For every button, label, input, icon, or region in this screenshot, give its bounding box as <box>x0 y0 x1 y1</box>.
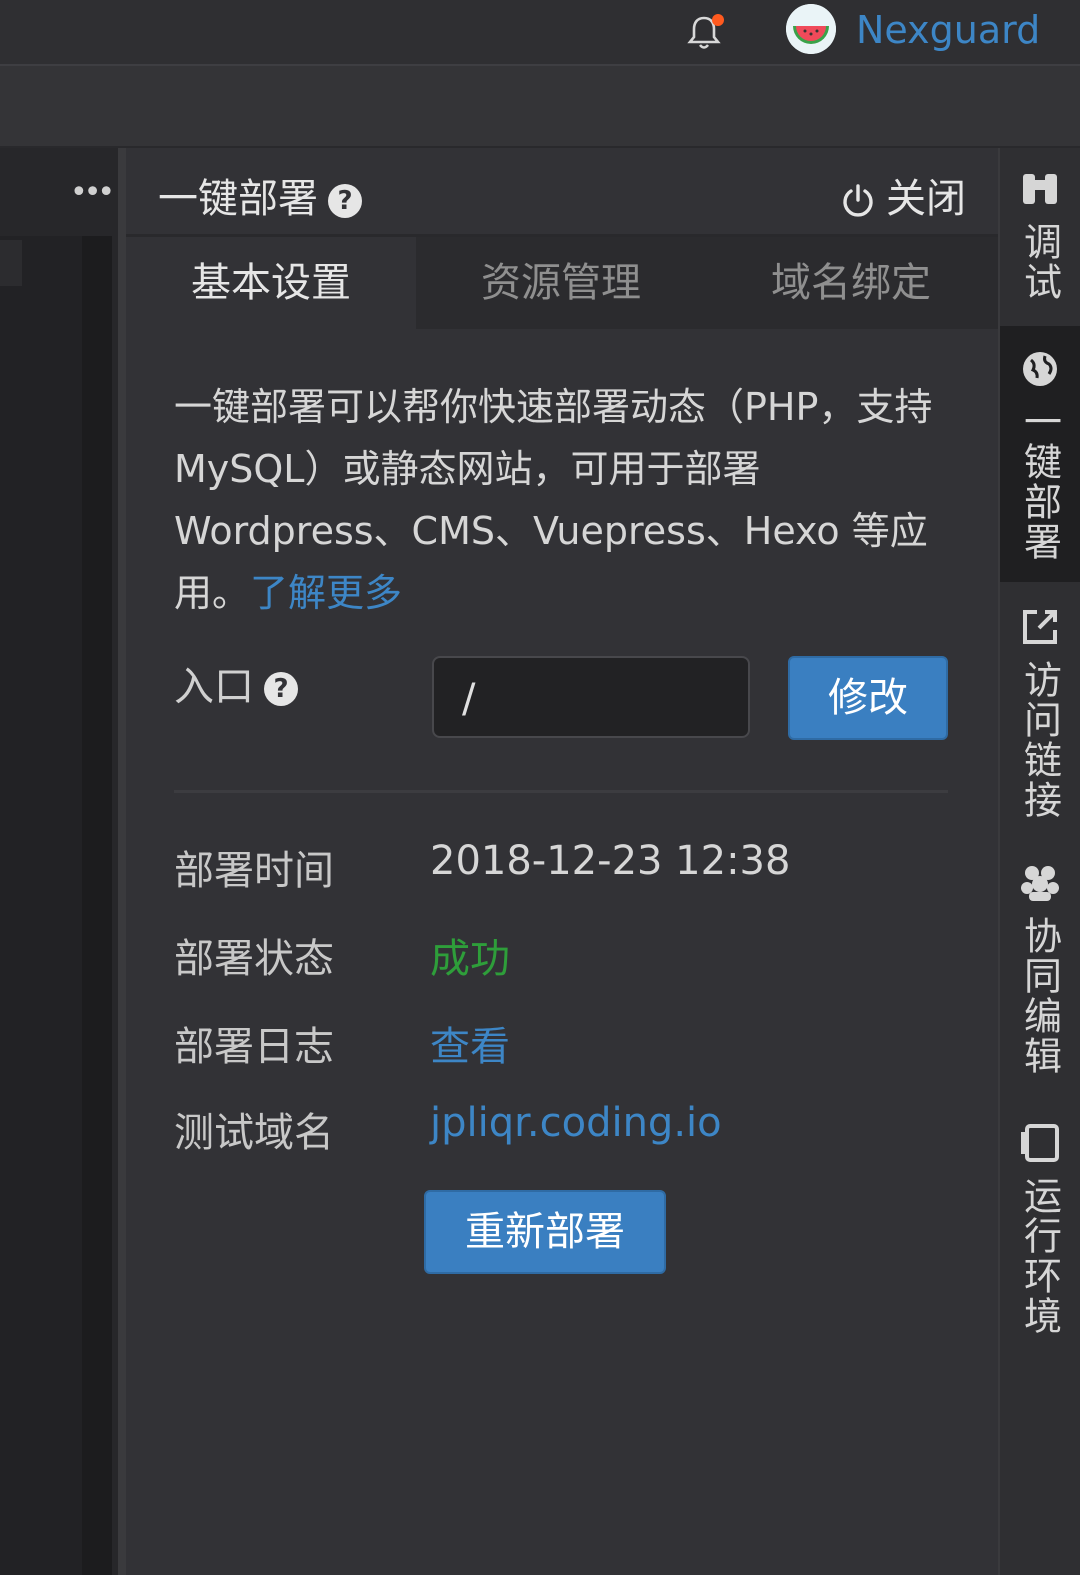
panel-title: 一键部署? <box>158 166 362 224</box>
top-bar: Nexguard <box>0 0 1080 66</box>
tab-resource-management[interactable]: 资源管理 <box>416 237 706 329</box>
sidebar-item-access-link[interactable]: 访问链接 <box>1000 606 1080 826</box>
entry-path-input[interactable]: / <box>432 656 750 738</box>
users-icon <box>1021 866 1059 901</box>
sidebar-label-collab-edit: 协同编辑 <box>1017 916 1062 1076</box>
redeploy-button[interactable]: 重新部署 <box>424 1190 666 1274</box>
close-button[interactable]: 关闭 <box>840 166 966 224</box>
editor-pane: ••• <box>0 148 120 1575</box>
sidebar-item-deploy[interactable]: 一键部署 <box>1000 326 1080 582</box>
tab-domain-binding[interactable]: 域名绑定 <box>706 237 996 329</box>
entry-label: 入口? <box>174 654 298 712</box>
toolbar-strip <box>0 66 1080 148</box>
sidebar-label-runtime: 运行环境 <box>1017 1176 1062 1336</box>
watermelon-icon <box>786 4 836 54</box>
pane-resize-handle[interactable] <box>118 148 126 1575</box>
avatar[interactable] <box>786 4 836 54</box>
deploy-log-label: 部署日志 <box>174 1024 334 1070</box>
deploy-status-label: 部署状态 <box>174 936 334 982</box>
laptop-icon <box>1021 1124 1059 1162</box>
test-domain-link[interactable]: jpliqr.coding.io <box>430 1100 722 1146</box>
sidebar-label-access-link: 访问链接 <box>1017 660 1062 820</box>
tab-basic-settings[interactable]: 基本设置 <box>126 237 416 329</box>
test-domain-label: 测试域名 <box>174 1110 334 1156</box>
sidebar-item-runtime[interactable]: 运行环境 <box>1000 1122 1080 1352</box>
external-link-icon <box>1023 610 1057 644</box>
editor-gutter <box>82 236 112 1575</box>
bug-icon <box>1023 174 1057 204</box>
tab-bar: 基本设置 资源管理 域名绑定 <box>126 237 998 329</box>
deploy-log-link[interactable]: 查看 <box>430 1014 510 1072</box>
sidebar-label-debug: 调试 <box>1017 222 1062 302</box>
help-icon[interactable]: ? <box>328 184 362 218</box>
entry-help-icon[interactable]: ? <box>264 672 298 706</box>
deploy-status-value: 成功 <box>430 936 510 982</box>
learn-more-link[interactable]: 了解更多 <box>250 571 402 615</box>
entry-label-text: 入口 <box>174 664 254 710</box>
deploy-time-value: 2018-12-23 12:38 <box>430 838 791 884</box>
close-label: 关闭 <box>886 176 966 222</box>
section-divider <box>174 790 948 793</box>
globe-icon <box>1023 352 1057 386</box>
deploy-time-label: 部署时间 <box>174 848 334 894</box>
bell-icon[interactable] <box>684 12 724 52</box>
right-sidebar: 调试 一键部署 访问链接 协同编辑 运行环境 <box>998 148 1080 1575</box>
panel-title-text: 一键部署 <box>158 176 318 222</box>
more-icon[interactable]: ••• <box>70 178 115 208</box>
power-icon <box>843 184 873 217</box>
editor-line-highlight <box>0 240 22 286</box>
deploy-panel: 一键部署? 关闭 基本设置 资源管理 域名绑定 一键部署可以帮你快速部署动态（P… <box>126 148 998 1575</box>
deploy-description: 一键部署可以帮你快速部署动态（PHP，支持 MySQL）或静态网站，可用于部署 … <box>174 376 964 624</box>
notification-dot <box>712 14 724 26</box>
sidebar-label-deploy: 一键部署 <box>1017 402 1062 562</box>
sidebar-item-debug[interactable]: 调试 <box>1000 168 1080 318</box>
panel-header: 一键部署? 关闭 <box>126 148 998 237</box>
modify-button[interactable]: 修改 <box>788 656 948 740</box>
username-link[interactable]: Nexguard <box>856 8 1040 52</box>
sidebar-item-collab-edit[interactable]: 协同编辑 <box>1000 862 1080 1092</box>
